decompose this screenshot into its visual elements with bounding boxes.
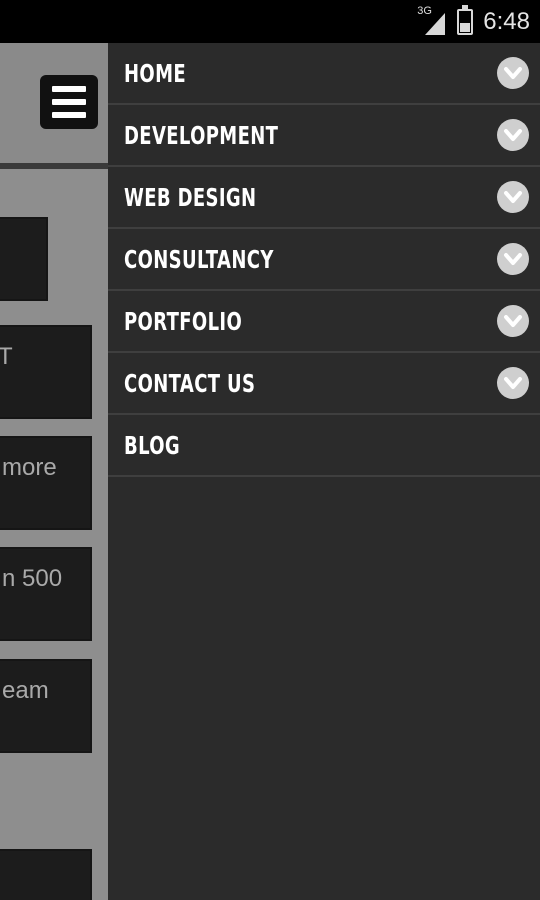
chevron-down-icon[interactable] [497,305,529,337]
chevron-down-icon[interactable] [497,181,529,213]
hamburger-line-icon [52,112,86,118]
chevron-down-icon[interactable] [497,367,529,399]
hamburger-line-icon [52,86,86,92]
status-bar: 3G 6:48 [0,0,540,43]
content-card[interactable]: n 500 [0,547,92,641]
content-card[interactable]: more [0,436,92,530]
chevron-down-icon[interactable] [497,119,529,151]
network-type-label: 3G [417,4,432,17]
status-icons: 3G 6:48 [417,0,530,43]
nav-item-label: CONTACT US [124,368,256,398]
nav-item-web-design[interactable]: WEB DESIGN [108,167,540,229]
nav-item-label: WEB DESIGN [124,182,257,212]
content-card[interactable]: eam [0,659,92,753]
card-text: T [0,343,90,371]
nav-item-portfolio[interactable]: PORTFOLIO [108,291,540,353]
signal-icon: 3G [417,4,447,37]
main-page: T more n 500 eam [0,43,108,900]
nav-item-contact-us[interactable]: CONTACT US [108,353,540,415]
nav-item-label: HOME [124,58,187,88]
hamburger-line-icon [52,99,86,105]
chevron-down-icon[interactable] [497,243,529,275]
card-text: eam [2,677,49,704]
nav-item-consultancy[interactable]: CONSULTANCY [108,229,540,291]
nav-item-label: DEVELOPMENT [124,120,279,150]
status-time: 6:48 [483,7,530,35]
content-card[interactable] [0,849,92,900]
nav-item-label: CONSULTANCY [124,244,274,274]
card-text: more [2,454,57,481]
card-text: n 500 [2,565,63,592]
nav-item-development[interactable]: DEVELOPMENT [108,105,540,167]
content-card[interactable]: T [0,325,92,419]
menu-toggle-button[interactable] [40,75,98,129]
nav-item-home[interactable]: HOME [108,43,540,105]
content-card[interactable] [0,217,48,301]
nav-item-blog[interactable]: BLOG [108,415,540,477]
chevron-down-icon[interactable] [497,57,529,89]
navigation-drawer: HOME DEVELOPMENT WEB DESIGN CONSULTANCY … [108,43,540,900]
page-header [0,43,108,169]
nav-item-label: BLOG [124,430,181,460]
battery-charging-icon [457,4,474,35]
nav-item-label: PORTFOLIO [124,306,243,336]
